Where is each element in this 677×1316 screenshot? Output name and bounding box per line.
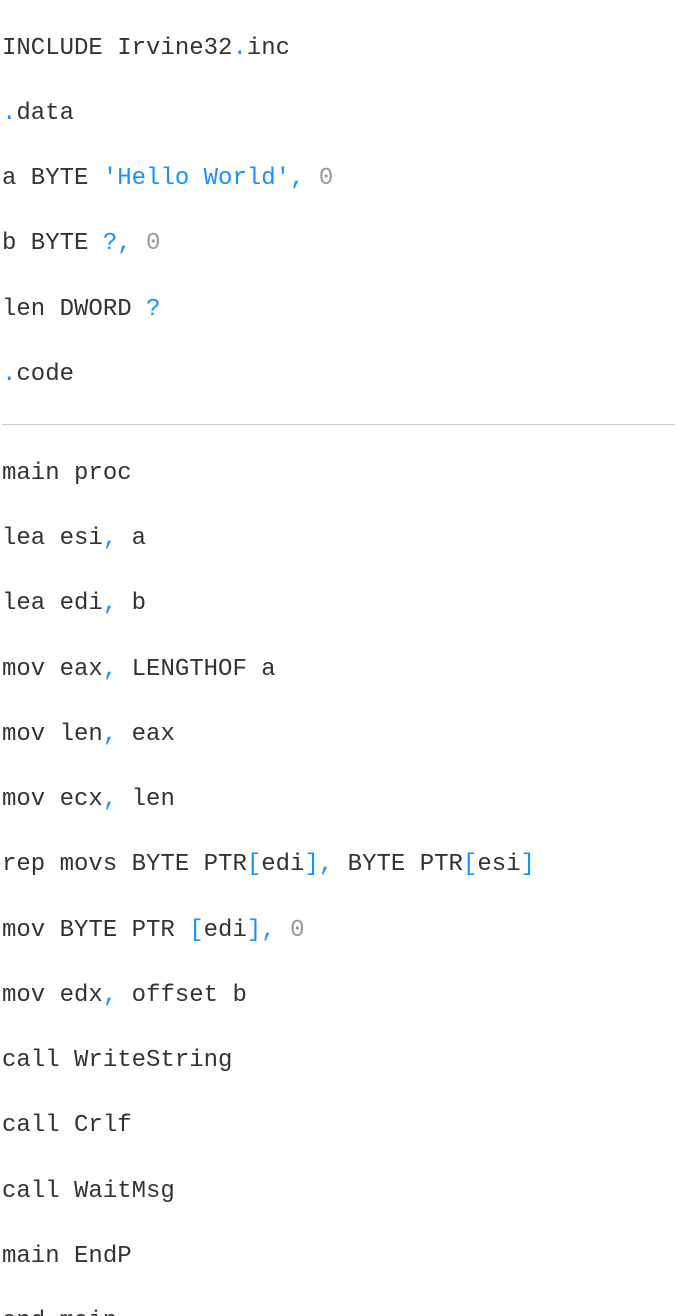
code-line: call Crlf [2, 1110, 675, 1143]
code-text: main EndP [2, 1243, 132, 1270]
code-text: INCLUDE Irvine32 [2, 35, 232, 62]
code-line: b BYTE ?, 0 [2, 228, 675, 261]
code-line: end main [2, 1306, 675, 1316]
code-text: eax [117, 721, 175, 748]
code-line: .code [2, 359, 675, 392]
code-block: INCLUDE Irvine32.inc .data a BYTE 'Hello… [0, 0, 677, 1316]
code-line: mov len, eax [2, 719, 675, 752]
code-bracket: [ [247, 851, 261, 878]
code-number: 0 [132, 230, 161, 257]
code-text: mov eax [2, 656, 103, 683]
code-text: len [117, 786, 175, 813]
code-text: lea edi [2, 590, 103, 617]
code-text: code [16, 361, 74, 388]
code-bracket: [ [463, 851, 477, 878]
code-unknown: ? [103, 230, 117, 257]
divider [2, 424, 675, 425]
code-number: 0 [304, 165, 333, 192]
code-punct: , [103, 590, 117, 617]
code-text: mov len [2, 721, 103, 748]
code-text: offset b [117, 982, 247, 1009]
code-text: inc [247, 35, 290, 62]
code-line: mov eax, LENGTHOF a [2, 654, 675, 687]
code-line: call WaitMsg [2, 1176, 675, 1209]
code-line: mov ecx, len [2, 784, 675, 817]
code-line: lea esi, a [2, 523, 675, 556]
code-text: mov ecx [2, 786, 103, 813]
code-text: a [117, 525, 146, 552]
code-number: 0 [276, 917, 305, 944]
code-punct: , [103, 786, 117, 813]
code-line: a BYTE 'Hello World', 0 [2, 163, 675, 196]
code-line: mov BYTE PTR [edi], 0 [2, 915, 675, 948]
code-bracket: ] [304, 851, 318, 878]
code-bracket: [ [189, 917, 203, 944]
code-punct: . [232, 35, 246, 62]
code-text: BYTE PTR [333, 851, 463, 878]
code-line: rep movs BYTE PTR[edi], BYTE PTR[esi] [2, 849, 675, 882]
code-text: len DWORD [2, 296, 146, 323]
code-string: 'Hello World' [103, 165, 290, 192]
code-text: mov BYTE PTR [2, 917, 189, 944]
code-punct: , [103, 656, 117, 683]
code-line: mov edx, offset b [2, 980, 675, 1013]
code-text: edi [204, 917, 247, 944]
code-punct: , [319, 851, 333, 878]
code-text: esi [477, 851, 520, 878]
code-line: lea edi, b [2, 588, 675, 621]
code-punct: , [261, 917, 275, 944]
code-line: .data [2, 98, 675, 131]
code-line: main EndP [2, 1241, 675, 1274]
code-text: end main [2, 1308, 117, 1316]
code-text: rep movs BYTE PTR [2, 851, 247, 878]
code-text: lea esi [2, 525, 103, 552]
code-punct: , [290, 165, 304, 192]
code-text: data [16, 100, 74, 127]
code-line: main proc [2, 458, 675, 491]
code-text: LENGTHOF a [117, 656, 275, 683]
code-line: call WriteString [2, 1045, 675, 1078]
code-text: call Crlf [2, 1112, 132, 1139]
code-text: call WriteString [2, 1047, 232, 1074]
code-punct: , [103, 982, 117, 1009]
code-punct: . [2, 100, 16, 127]
code-text: mov edx [2, 982, 103, 1009]
code-text: main proc [2, 460, 132, 487]
code-text: edi [261, 851, 304, 878]
code-punct: , [103, 721, 117, 748]
code-line: INCLUDE Irvine32.inc [2, 33, 675, 66]
code-text: b [117, 590, 146, 617]
code-punct: . [2, 361, 16, 388]
code-line: len DWORD ? [2, 294, 675, 327]
code-bracket: ] [521, 851, 535, 878]
code-punct: , [117, 230, 131, 257]
code-punct: , [103, 525, 117, 552]
code-unknown: ? [146, 296, 160, 323]
code-text: a BYTE [2, 165, 103, 192]
code-text: call WaitMsg [2, 1178, 175, 1205]
code-bracket: ] [247, 917, 261, 944]
code-text: b BYTE [2, 230, 103, 257]
